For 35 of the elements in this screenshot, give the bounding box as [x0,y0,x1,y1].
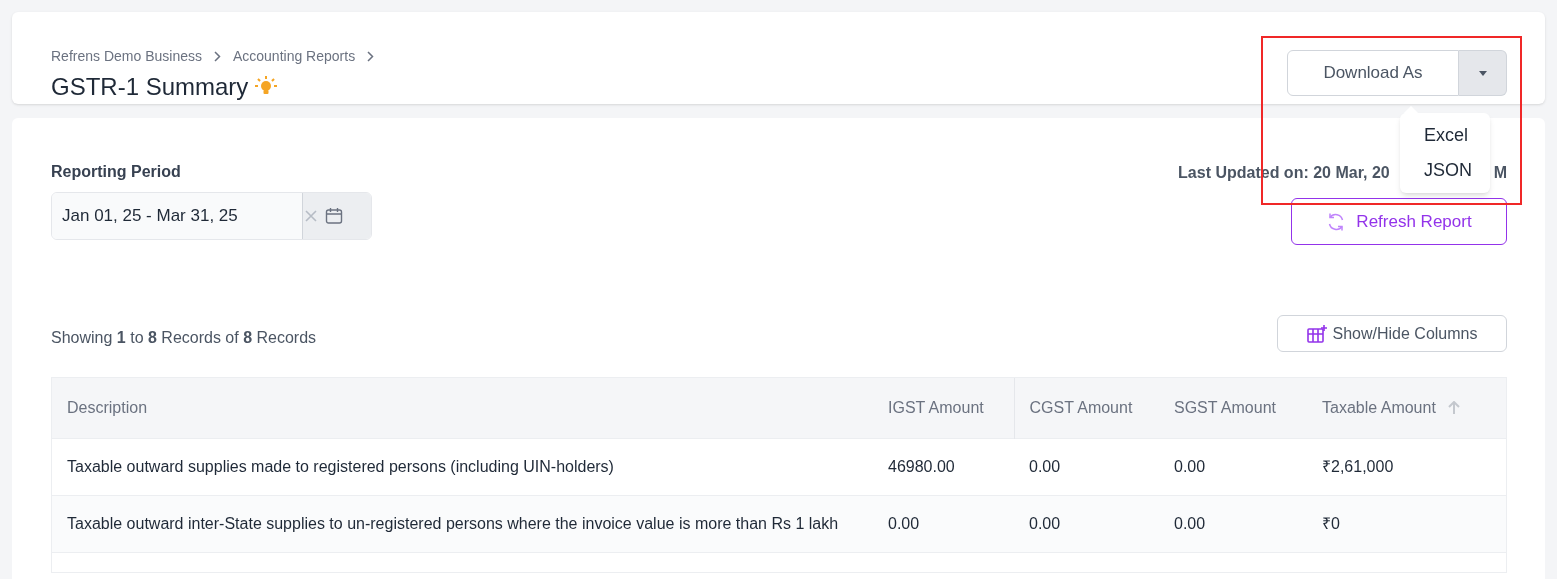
download-button[interactable]: Download As [1287,50,1459,96]
date-range-field[interactable]: Jan 01, 25 - Mar 31, 25 [51,192,372,240]
sort-arrow-icon[interactable] [1447,400,1460,415]
column-header[interactable]: Description [67,395,148,420]
table-cell: ₹2,61,000 [1322,457,1394,475]
menu-item[interactable]: JSON [1400,153,1490,188]
menu-item[interactable]: Excel [1400,118,1490,153]
clear-icon[interactable] [305,210,317,222]
chevron-icon [367,51,375,62]
calendar-icon[interactable] [325,207,343,225]
table-cell: ₹0 [1322,514,1340,532]
last-updated-text: M [1493,163,1507,183]
table-cell: 0.00 [1174,457,1206,475]
column-header[interactable]: IGST Amount [888,395,984,420]
column-header[interactable]: SGST Amount [1174,395,1276,420]
breadcrumb-link[interactable]: Accounting Reports [232,46,356,67]
breadcrumb-link[interactable]: Refrens Demo Business [51,46,202,67]
column-header[interactable]: Taxable Amount [1322,395,1436,420]
dropdown-toggle[interactable] [1459,50,1507,96]
table-cell: 0.00 [1174,514,1206,532]
field-label: Reporting Period [51,162,182,182]
column-header[interactable]: CGST Amount [1029,395,1133,420]
show-hide-columns-button[interactable]: Show/Hide Columns [1277,315,1507,352]
page-title: GSTR-1 Summary [51,72,249,102]
caret-icon [1478,70,1487,76]
table-cell: 0.00 [888,514,920,532]
chevron-icon [213,51,221,62]
table-cell: 0.00 [1029,457,1061,475]
table-cell: Taxable outward inter-State supplies to un-registered persons where the invoice value is more than Rs 1 lakh [67,514,839,532]
records-summary: Showing 1 to 8 Records of 8 Records [51,327,317,348]
table-cell: 46980.00 [888,457,955,475]
table-cell: Taxable outward supplies made to registered persons (including UIN-holders) [67,457,614,475]
refresh-button[interactable]: Refresh Report [1291,198,1507,245]
table-columns-icon [1306,324,1327,343]
table-cell: 0.00 [1029,514,1061,532]
